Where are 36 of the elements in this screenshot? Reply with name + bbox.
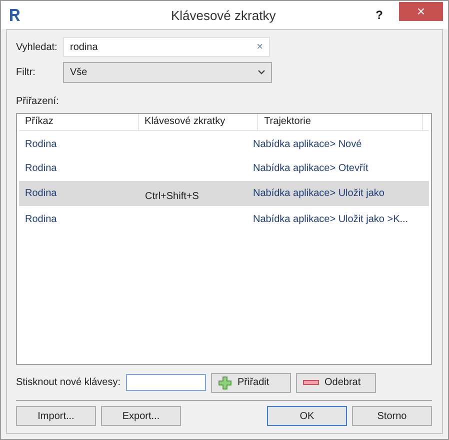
table-cell: Ctrl+Shift+S <box>145 191 199 202</box>
table-row[interactable]: Rodina Nabídka aplikace> Otevřít <box>19 157 429 179</box>
remove-button[interactable]: Odebrat <box>296 372 376 392</box>
search-label: Vyhledat: <box>16 42 58 52</box>
table-cell-text: Nabídka aplikace> Uložit jako <box>252 188 386 199</box>
close-button[interactable]: × <box>399 2 443 20</box>
new-keys-field[interactable] <box>126 374 206 391</box>
new-keys-label: Stisknout nové klávesy: <box>16 377 120 388</box>
dialog-button[interactable]: OK <box>267 406 347 426</box>
filter-label: Filtr: <box>16 66 36 78</box>
caret-icon <box>258 70 265 74</box>
filter-dropdown[interactable]: Vše <box>63 62 272 82</box>
column-header[interactable]: Trajektorie <box>258 114 423 130</box>
table-row[interactable]: Rodina Nabídka aplikace> Uložit jako >K... <box>19 208 429 230</box>
table-row[interactable]: Rodina Nabídka aplikace> Nové <box>19 133 429 155</box>
dialog-button[interactable]: Export... <box>101 406 181 426</box>
table-cell-text: Rodina <box>24 162 58 174</box>
table-cell-text: Rodina <box>24 214 58 224</box>
assignments-label: Přiřazení: <box>16 96 60 107</box>
dialog-button[interactable]: Import... <box>16 406 96 426</box>
table-cell-text: Rodina <box>24 138 58 150</box>
table-cell-text: Nabídka aplikace> Otevřít <box>252 162 370 174</box>
plus-icon <box>218 376 232 390</box>
table-cell-text: Nabídka aplikace> Uložit jako >K... <box>252 214 410 224</box>
help-button[interactable]: ? <box>376 8 383 22</box>
minus-icon <box>302 380 318 386</box>
column-header[interactable]: Příkaz <box>19 114 139 130</box>
window-title: Klávesové zkratky <box>170 8 276 22</box>
app-logo-icon <box>9 8 21 22</box>
table-cell-text: Rodina <box>24 188 58 199</box>
column-header[interactable]: Klávesové zkratky <box>138 114 258 130</box>
assign-button[interactable]: Přiřadit <box>210 372 290 392</box>
dialog-button[interactable]: Storno <box>352 406 432 426</box>
table-row[interactable]: Rodina Ctrl+Shift+S Nabídka aplikace> Uložit jako <box>19 181 429 206</box>
table-cell-text: Nabídka aplikace> Nové <box>252 138 363 150</box>
search-field[interactable]: rodina × <box>63 37 270 57</box>
